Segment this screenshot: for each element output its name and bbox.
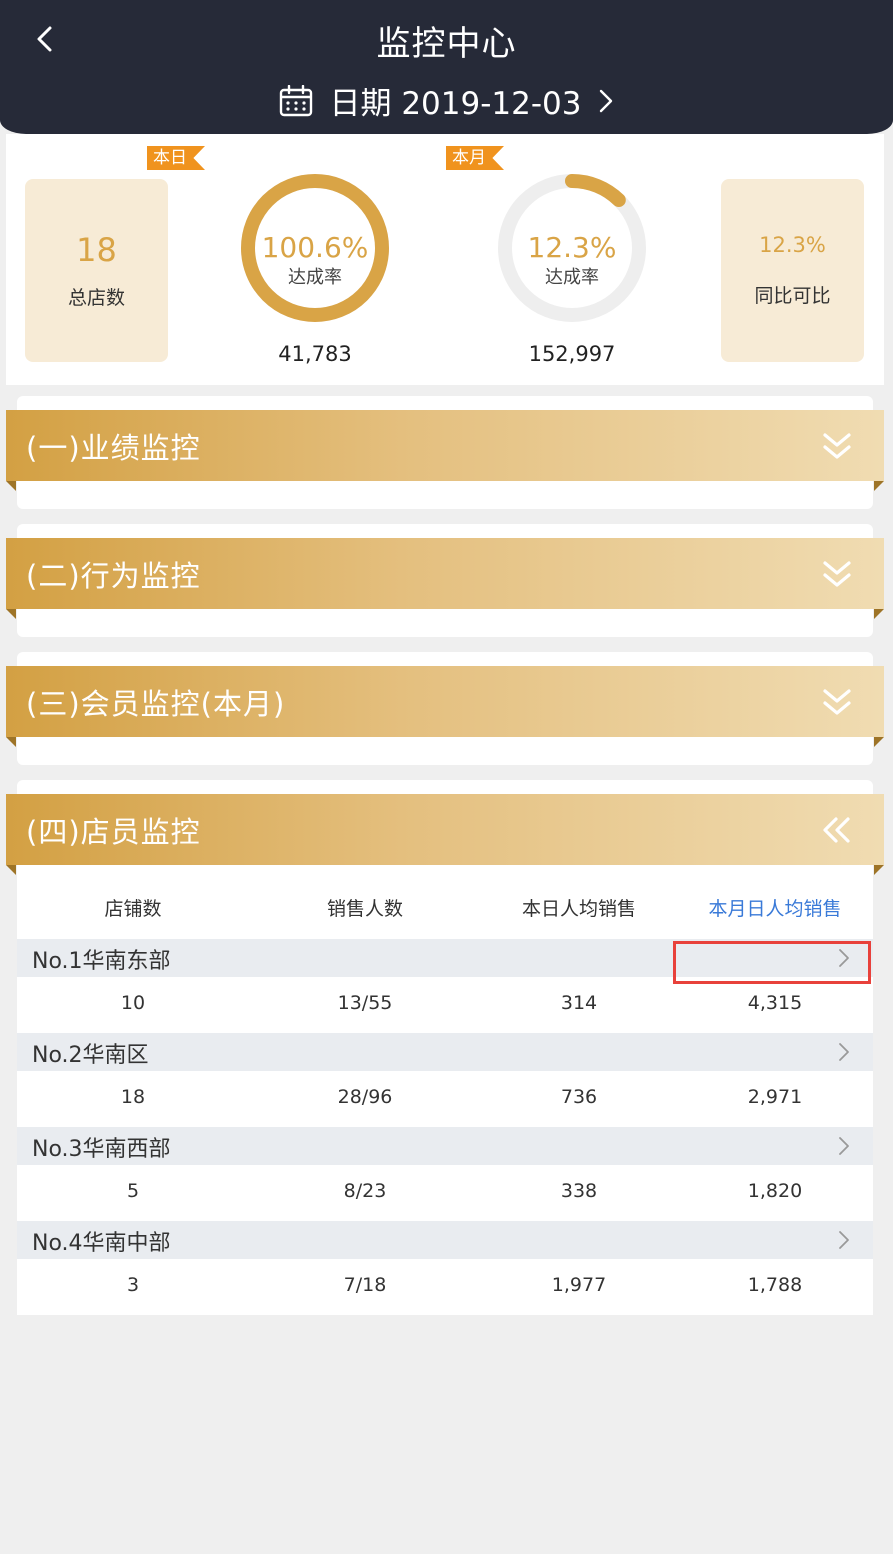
group-row[interactable]: No.3华南西部	[17, 1127, 873, 1165]
table-row: 18 28/96 736 2,971	[17, 1071, 873, 1127]
today-avg-cell: 1,977	[551, 1274, 607, 1296]
banner-fold-right	[874, 737, 884, 747]
banner-fold-right	[874, 481, 884, 491]
column-header-stores[interactable]: 店铺数	[17, 894, 249, 921]
chevron-right-icon[interactable]	[837, 1135, 851, 1157]
today-avg-cell: 314	[560, 992, 598, 1014]
date-selector[interactable]: 日期 2019-12-03	[279, 78, 613, 123]
sales-staff-cell: 8/23	[343, 1180, 387, 1202]
group-row[interactable]: No.2华南区	[17, 1033, 873, 1071]
yoy-box[interactable]: 12.3% 同比可比	[721, 179, 864, 362]
column-header-sales-staff[interactable]: 销售人数	[249, 894, 481, 921]
sales-staff-cell: 28/96	[337, 1086, 393, 1108]
collapse-chevrons-icon[interactable]	[820, 814, 854, 846]
today-achievement-label: 达成率	[288, 267, 342, 288]
sales-staff-cell: 7/18	[343, 1274, 387, 1296]
today-avg-cell: 338	[560, 1180, 598, 1202]
staff-table-header: 店铺数 销售人数 本日人均销售 本月日人均销售	[17, 870, 873, 938]
stores-cell: 18	[120, 1086, 146, 1108]
date-label: 日期 2019-12-03	[329, 86, 582, 122]
month-sales-total: 152,997	[528, 342, 616, 366]
stores-cell: 3	[126, 1274, 140, 1296]
month-avg-cell: 1,820	[747, 1180, 803, 1202]
section-header-member[interactable]: (三)会员监控(本月)	[6, 666, 884, 737]
banner-fold-left	[6, 865, 16, 875]
chevron-right-icon[interactable]	[837, 1041, 851, 1063]
page-title: 监控中心	[376, 24, 517, 64]
expand-chevrons-icon[interactable]	[820, 558, 854, 590]
section-title: (二)行为监控	[26, 558, 201, 593]
today-avg-cell: 736	[560, 1086, 598, 1108]
group-row[interactable]: No.4华南中部	[17, 1221, 873, 1259]
banner-fold-right	[874, 865, 884, 875]
section-header-performance[interactable]: (一)业绩监控	[6, 410, 884, 481]
section-title: (三)会员监控(本月)	[26, 686, 286, 721]
month-avg-cell: 1,788	[747, 1274, 803, 1296]
expand-chevrons-icon[interactable]	[820, 686, 854, 718]
section-title: (一)业绩监控	[26, 430, 201, 465]
today-tag: 本日	[147, 146, 205, 170]
banner-fold-left	[6, 737, 16, 747]
month-achievement-label: 达成率	[545, 267, 599, 288]
month-achievement-percent: 12.3%	[527, 231, 617, 264]
header-bar: 监控中心 日期 2019-12-03	[0, 0, 893, 134]
yoy-value: 12.3%	[759, 233, 826, 257]
store-count-value: 18	[76, 231, 117, 269]
highlight-box	[673, 941, 871, 984]
section-title: (四)店员监控	[26, 814, 201, 849]
section-header-behavior[interactable]: (二)行为监控	[6, 538, 884, 609]
group-name: No.3华南西部	[32, 1137, 171, 1162]
store-count-box[interactable]: 18 总店数	[25, 179, 168, 362]
month-tag: 本月	[446, 146, 504, 170]
banner-fold-left	[6, 481, 16, 491]
calendar-icon	[280, 84, 313, 116]
group-name: No.1华南东部	[32, 949, 171, 974]
table-row: 10 13/55 314 4,315	[17, 977, 873, 1033]
group-name: No.4华南中部	[32, 1231, 171, 1256]
table-row: 3 7/18 1,977 1,788	[17, 1259, 873, 1315]
stores-cell: 5	[126, 1180, 140, 1202]
sales-staff-cell: 13/55	[337, 992, 393, 1014]
chevron-right-icon[interactable]	[837, 1229, 851, 1251]
table-row: 5 8/23 338 1,820	[17, 1165, 873, 1221]
section-header-staff[interactable]: (四)店员监控	[6, 794, 884, 865]
stores-cell: 10	[120, 992, 146, 1014]
column-header-today-avg[interactable]: 本日人均销售	[481, 894, 677, 921]
today-achievement-percent: 100.6%	[261, 231, 369, 264]
banner-fold-left	[6, 609, 16, 619]
store-count-label: 总店数	[67, 287, 125, 309]
yoy-label: 同比可比	[754, 285, 831, 307]
month-avg-cell: 2,971	[747, 1086, 803, 1108]
column-header-month-avg[interactable]: 本月日人均销售	[677, 894, 873, 921]
banner-fold-right	[874, 609, 884, 619]
today-sales-total: 41,783	[278, 342, 352, 366]
expand-chevrons-icon[interactable]	[820, 430, 854, 462]
summary-card: 18 总店数 本日 100.6% 达成率 41,783 本月 12.3% 达成率…	[6, 134, 884, 385]
month-avg-cell: 4,315	[747, 992, 803, 1014]
group-name: No.2华南区	[32, 1043, 149, 1068]
chevron-right-icon[interactable]	[598, 88, 614, 114]
